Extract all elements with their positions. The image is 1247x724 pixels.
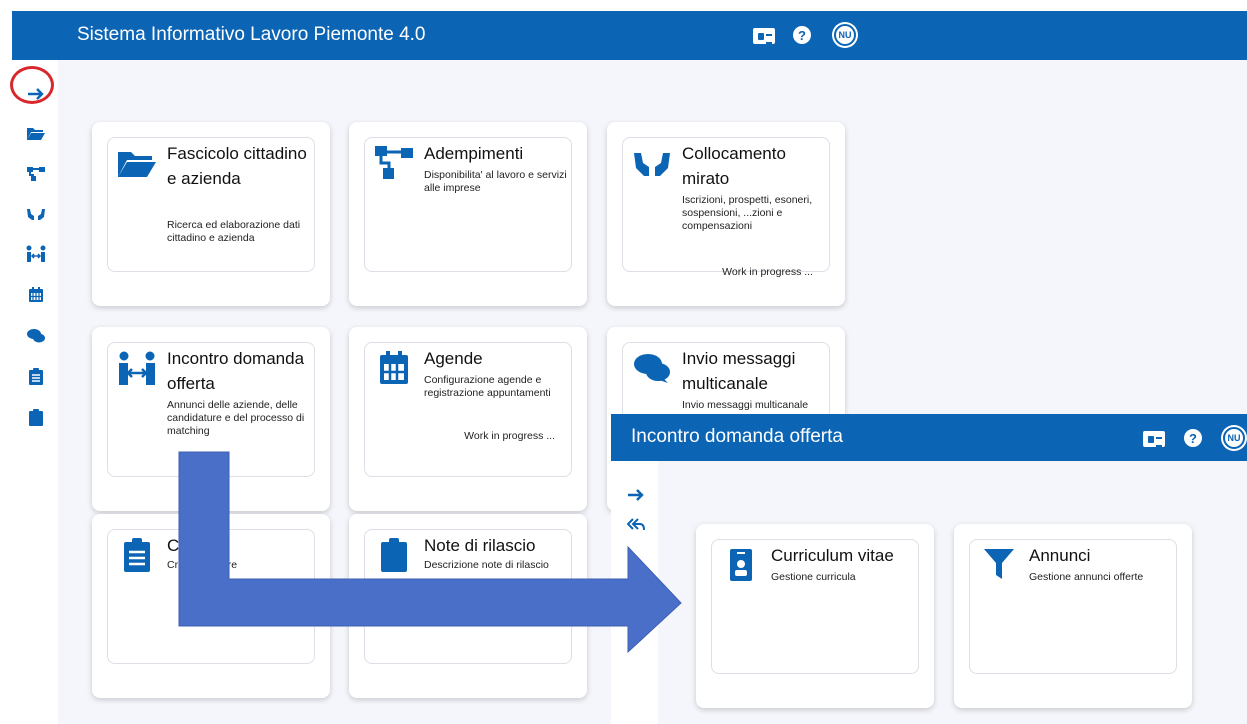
sub-window: Incontro domanda offerta ? NU Curriculum… bbox=[611, 414, 1247, 724]
card-desc: Gestione curricula bbox=[771, 571, 856, 583]
sub-sidebar bbox=[611, 461, 658, 724]
comments-icon[interactable] bbox=[26, 327, 46, 345]
id-card-icon[interactable] bbox=[1143, 431, 1165, 447]
card-collocamento[interactable]: Collocamento mirato Iscrizioni, prospett… bbox=[607, 122, 845, 306]
card-title: Invio messaggi multicanale bbox=[682, 349, 796, 393]
card-curriculum[interactable]: Curriculum vitae Gestione curricula bbox=[696, 524, 934, 708]
card-note-rilascio[interactable]: Note di rilascio Descrizione note di ril… bbox=[349, 514, 587, 698]
card-cruscotto[interactable]: C...to Cr... ...peratore bbox=[92, 514, 330, 698]
calendar-icon[interactable] bbox=[26, 286, 46, 304]
card-frame: Incontro domanda offerta Annunci delle a… bbox=[107, 342, 315, 477]
sub-window-title: Incontro domanda offerta bbox=[631, 426, 843, 447]
card-adempimenti[interactable]: Adempimenti Disponibilita' al lavoro e s… bbox=[349, 122, 587, 306]
card-desc: Configurazione agende e registrazione ap… bbox=[424, 374, 551, 399]
card-frame: Note di rilascio Descrizione note di ril… bbox=[364, 529, 572, 664]
card-title: C...to bbox=[167, 536, 208, 555]
id-badge-icon bbox=[722, 548, 760, 582]
card-title: Agende bbox=[424, 349, 483, 368]
clipboard-icon bbox=[375, 538, 413, 572]
sidebar bbox=[12, 60, 58, 724]
card-desc: Annunci delle aziende, delle candidature… bbox=[167, 399, 305, 437]
filter-icon bbox=[980, 548, 1018, 582]
clipboard-list-icon[interactable] bbox=[26, 367, 46, 385]
arrow-right-icon[interactable] bbox=[626, 486, 646, 504]
card-desc: Invio messaggi multicanale bbox=[682, 399, 809, 411]
card-title: Adempimenti bbox=[424, 144, 524, 163]
sitemap-icon bbox=[375, 146, 413, 180]
card-frame: Adempimenti Disponibilita' al lavoro e s… bbox=[364, 137, 572, 272]
help-icon[interactable]: ? bbox=[793, 26, 811, 44]
sitemap-icon[interactable] bbox=[26, 165, 46, 183]
card-frame: Collocamento mirato Iscrizioni, prospett… bbox=[622, 137, 830, 278]
comments-icon bbox=[633, 351, 671, 385]
card-frame: Annunci Gestione annunci offerte bbox=[969, 539, 1177, 674]
folder-open-icon[interactable] bbox=[26, 124, 46, 142]
card-desc: Ricerca ed elaborazione dati cittadino e… bbox=[167, 219, 301, 244]
app-title: Sistema Informativo Lavoro Piemonte 4.0 bbox=[77, 24, 426, 45]
card-frame: Agende Configurazione agende e registraz… bbox=[364, 342, 572, 477]
card-frame: C...to Cr... ...peratore bbox=[107, 529, 315, 664]
id-card-icon[interactable] bbox=[753, 28, 775, 44]
hands-icon[interactable] bbox=[26, 205, 46, 223]
card-incontro[interactable]: Incontro domanda offerta Annunci delle a… bbox=[92, 327, 330, 511]
card-agende[interactable]: Agende Configurazione agende e registraz… bbox=[349, 327, 587, 511]
folder-open-icon bbox=[118, 146, 156, 180]
people-arrows-icon bbox=[118, 351, 156, 385]
card-frame: Curriculum vitae Gestione curricula bbox=[711, 539, 919, 674]
clipboard-icon[interactable] bbox=[26, 408, 46, 426]
card-frame: Fascicolo cittadino e azienda Ricerca ed… bbox=[107, 137, 315, 272]
user-avatar[interactable]: NU bbox=[1223, 427, 1245, 449]
card-desc: Disponibilita' al lavoro e servizi alle … bbox=[424, 169, 567, 194]
card-title: Incontro domanda offerta bbox=[167, 349, 305, 393]
card-title: Curriculum vitae bbox=[771, 546, 894, 565]
card-title: Fascicolo cittadino e azienda bbox=[167, 144, 307, 188]
help-icon[interactable]: ? bbox=[1184, 429, 1202, 447]
card-wip: Work in progress ... bbox=[464, 430, 555, 442]
main-header: Sistema Informativo Lavoro Piemonte 4.0 … bbox=[12, 11, 1247, 60]
card-desc: Gestione annunci offerte bbox=[1029, 571, 1144, 583]
people-arrows-icon[interactable] bbox=[26, 245, 46, 263]
card-desc: Cr... ...peratore bbox=[167, 559, 238, 571]
calendar-icon bbox=[375, 351, 413, 385]
card-title: Annunci bbox=[1029, 546, 1091, 565]
card-title: Note di rilascio bbox=[424, 536, 536, 555]
card-wip: Work in progress ... bbox=[722, 266, 813, 278]
card-fascicolo[interactable]: Fascicolo cittadino e azienda Ricerca ed… bbox=[92, 122, 330, 306]
hands-icon bbox=[633, 146, 671, 180]
reply-all-icon[interactable] bbox=[626, 516, 646, 534]
sub-header: Incontro domanda offerta ? NU bbox=[611, 414, 1247, 461]
card-title: Collocamento mirato bbox=[682, 144, 786, 188]
highlight-circle bbox=[10, 66, 54, 104]
clipboard-list-icon bbox=[118, 538, 156, 572]
card-desc: Iscrizioni, prospetti, esoneri, sospensi… bbox=[682, 194, 813, 232]
user-avatar[interactable]: NU bbox=[834, 24, 856, 46]
card-desc: Descrizione note di rilascio bbox=[424, 559, 549, 571]
card-annunci[interactable]: Annunci Gestione annunci offerte bbox=[954, 524, 1192, 708]
